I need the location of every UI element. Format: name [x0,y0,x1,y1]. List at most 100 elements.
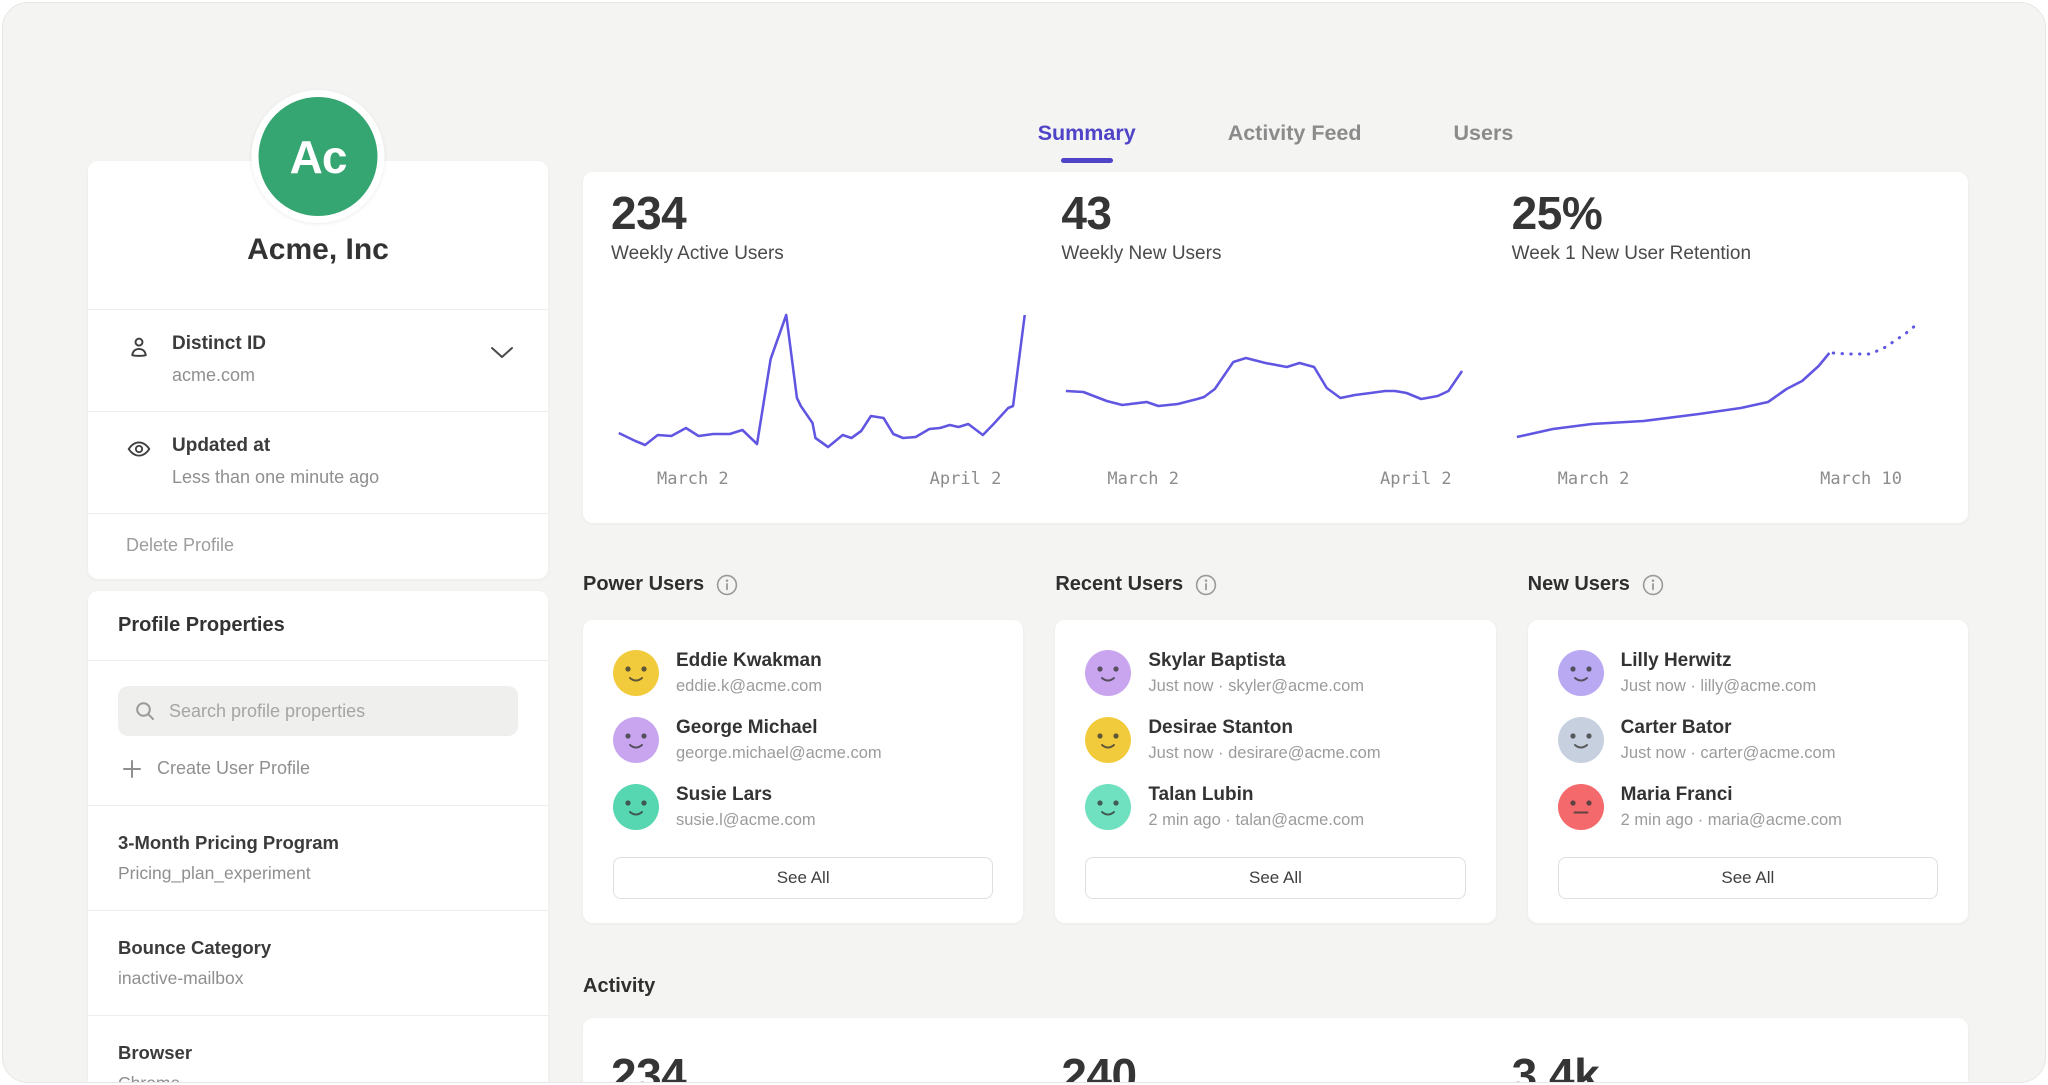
projected-retention-line [1833,325,1916,354]
search-input[interactable] [167,700,502,723]
eye-icon [126,435,154,488]
list-item[interactable]: Skylar Baptista Just now · skyler@acme.c… [1085,650,1465,696]
user-detail: Just now · desirare@acme.com [1148,744,1380,763]
list-item[interactable]: Susie Lars susie.l@acme.com [613,784,993,830]
list-item[interactable]: Eddie Kwakman eddie.k@acme.com [613,650,993,696]
search-box [118,686,518,736]
stat-weekly-active-users: 234 Weekly Active Users March 2 April 2 [611,192,1039,493]
user-avatar [613,717,659,763]
week1-retention-chart [1512,301,1940,456]
stat-value: 43 [1061,192,1489,234]
x-axis-label-end: April 2 [1380,469,1452,493]
list-item[interactable]: Talan Lubin 2 min ago · talan@acme.com [1085,784,1465,830]
app-window: Ac Acme, Inc Distinct ID acme.com [2,2,2046,1083]
plus-icon [122,759,142,779]
user-detail: Just now · lilly@acme.com [1621,677,1817,696]
user-detail: george.michael@acme.com [676,744,882,763]
info-icon[interactable] [716,574,738,596]
stats-card: 234 Weekly Active Users March 2 April 2 … [583,172,1968,523]
property-name: Bounce Category [118,937,518,959]
tab-users[interactable]: Users [1454,121,1514,163]
section-power-users: Power Users Eddie Kwakman [583,573,1023,923]
distinct-id-value: acme.com [172,365,266,386]
x-axis-label-start: March 2 [657,469,729,493]
weekly-active-users-chart [611,301,1039,456]
user-avatar [1558,650,1604,696]
stat-week1-retention: 25% Week 1 New User Retention March 2 Ma… [1512,192,1940,493]
list-item[interactable]: Lilly Herwitz Just now · lilly@acme.com [1558,650,1938,696]
user-avatar [1558,784,1604,830]
section-new-users: New Users Lilly Herwitz [1528,573,1968,923]
property-name: 3-Month Pricing Program [118,832,518,854]
user-name: George Michael [676,717,882,739]
see-all-button[interactable]: See All [613,857,993,899]
stat-weekly-new-users: 43 Weekly New Users March 2 April 2 [1061,192,1489,493]
main-content: Summary Activity Feed Users 234 Weekly A… [583,3,1968,1083]
recent-users-card: Skylar Baptista Just now · skyler@acme.c… [1055,620,1495,923]
activity-stat-value: 3.4k [1512,1048,1940,1083]
profile-properties-card: Profile Properties [88,591,548,1083]
property-value: Pricing_plan_experiment [118,863,518,884]
info-icon[interactable] [1642,574,1664,596]
user-name: Susie Lars [676,784,816,806]
activity-stat-value: 240 [1061,1048,1489,1083]
tab-bar: Summary Activity Feed Users [583,121,1968,163]
x-axis-label-start: March 2 [1558,469,1630,493]
profile-properties-title: Profile Properties [88,591,548,660]
user-detail: eddie.k@acme.com [676,677,822,696]
property-value: inactive-mailbox [118,968,518,989]
profile-summary-card: Acme, Inc Distinct ID acme.com [88,161,548,579]
person-icon [126,333,154,386]
updated-at-value: Less than one minute ago [172,467,379,488]
delete-profile-button[interactable]: Delete Profile [88,513,548,579]
avatar: Ac [252,90,385,223]
company-avatar: Ac [252,90,385,223]
user-name: Skylar Baptista [1148,650,1364,672]
user-avatar [1558,717,1604,763]
section-title: Power Users [583,573,704,596]
property-row[interactable]: Bounce Category inactive-mailbox [88,910,548,1015]
stat-value: 234 [611,192,1039,234]
x-axis-label-start: March 2 [1107,469,1179,493]
tab-activity-feed[interactable]: Activity Feed [1228,121,1362,163]
chevron-down-icon[interactable] [490,346,514,359]
list-item[interactable]: Carter Bator Just now · carter@acme.com [1558,717,1938,763]
list-item[interactable]: Desirae Stanton Just now · desirare@acme… [1085,717,1465,763]
user-avatar [1085,784,1131,830]
create-user-profile-button[interactable]: Create User Profile [118,736,518,785]
stat-label: Weekly Active Users [611,243,1039,265]
property-row[interactable]: 3-Month Pricing Program Pricing_plan_exp… [88,805,548,910]
active-tab-underline [1061,158,1113,163]
user-name: Maria Franci [1621,784,1842,806]
user-detail: susie.l@acme.com [676,811,816,830]
info-icon[interactable] [1195,574,1217,596]
search-icon [134,700,156,722]
property-name: Browser [118,1042,518,1064]
new-users-card: Lilly Herwitz Just now · lilly@acme.com … [1528,620,1968,923]
user-detail: 2 min ago · talan@acme.com [1148,811,1364,830]
see-all-button[interactable]: See All [1085,857,1465,899]
user-name: Lilly Herwitz [1621,650,1817,672]
tab-summary[interactable]: Summary [1038,121,1136,163]
company-avatar-initials: Ac [290,130,347,184]
list-item[interactable]: George Michael george.michael@acme.com [613,717,993,763]
user-detail: Just now · skyler@acme.com [1148,677,1364,696]
distinct-id-label: Distinct ID [172,333,266,355]
user-name: Desirae Stanton [1148,717,1380,739]
user-name: Talan Lubin [1148,784,1364,806]
section-title: New Users [1528,573,1630,596]
field-updated-at: Updated at Less than one minute ago [88,411,548,513]
property-value: Chrome [118,1073,518,1083]
x-axis-label-end: April 2 [930,469,1002,493]
property-row[interactable]: Browser Chrome [88,1015,548,1083]
updated-at-label: Updated at [172,435,379,457]
user-name: Eddie Kwakman [676,650,822,672]
user-avatar [1085,650,1131,696]
list-item[interactable]: Maria Franci 2 min ago · maria@acme.com [1558,784,1938,830]
see-all-button[interactable]: See All [1558,857,1938,899]
field-distinct-id: Distinct ID acme.com [88,309,548,411]
section-recent-users: Recent Users Skylar Baptista [1055,573,1495,923]
user-avatar [1085,717,1131,763]
activity-stat-value: 234 [611,1048,1039,1083]
user-avatar [613,650,659,696]
